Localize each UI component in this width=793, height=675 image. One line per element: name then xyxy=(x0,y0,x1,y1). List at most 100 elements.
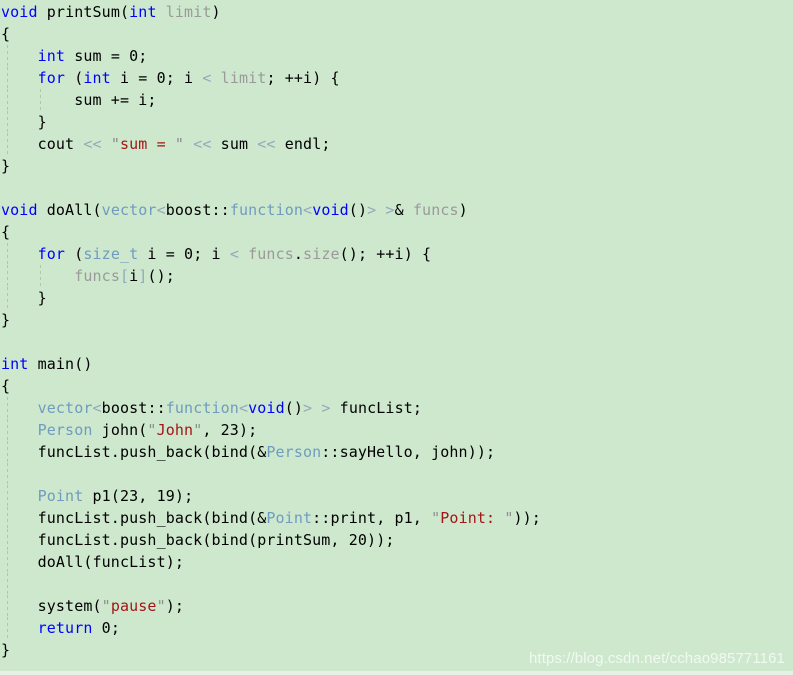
code-line: void printSum(int limit) xyxy=(0,1,793,23)
code-line-text: system("pause"); xyxy=(1,597,184,615)
code-token-plain: (); ++i) { xyxy=(339,245,432,263)
code-token-plain: )); xyxy=(513,509,541,527)
code-line-text: funcList.push_back(bind(printSum, 20)); xyxy=(1,531,395,549)
code-token-plain: ); xyxy=(174,487,194,505)
code-token-kw: for xyxy=(37,69,66,87)
code-token-plain: boost xyxy=(101,399,148,417)
code-token-plain: ; ++i) { xyxy=(266,69,340,87)
code-token-op: < xyxy=(92,399,102,417)
code-line-text: funcList.push_back(bind(&Point::print, p… xyxy=(1,509,541,527)
code-token-num: 0 xyxy=(184,245,194,263)
code-token-var: funcs xyxy=(248,245,294,263)
code-token-quote: " xyxy=(101,597,111,615)
code-line: } xyxy=(0,309,793,331)
code-line-text: funcList.push_back(bind(&Person::sayHell… xyxy=(1,443,495,461)
code-token-kw: void xyxy=(1,3,38,21)
code-token-str: Point: xyxy=(440,509,505,527)
code-line-text: } xyxy=(1,641,10,659)
code-line-text: { xyxy=(1,25,10,43)
code-line-text: void doAll(vector<boost::function<void()… xyxy=(1,201,468,219)
code-token-op: > xyxy=(321,399,331,417)
code-line: doAll(funcList); xyxy=(0,551,793,573)
code-line-text: Person john("John", 23); xyxy=(1,421,258,439)
code-token-kw: for xyxy=(37,245,66,263)
code-token-kw: void xyxy=(1,201,38,219)
code-token-plain: funcList.push_back(bind(& xyxy=(1,443,267,461)
code-token-op: < xyxy=(229,245,239,263)
code-token-plain: () xyxy=(284,399,304,417)
code-token-quote: " xyxy=(147,421,157,439)
code-token-var: size xyxy=(303,245,340,263)
code-line xyxy=(0,463,793,485)
code-editor-surface: void printSum(int limit){ int sum = 0; f… xyxy=(0,0,793,675)
code-token-plain: ; xyxy=(165,267,175,285)
code-token-op: << xyxy=(83,135,102,153)
code-token-num: 0 xyxy=(156,69,166,87)
code-line: { xyxy=(0,23,793,45)
bottom-edge-strip xyxy=(0,671,793,675)
code-line-text: } xyxy=(1,113,47,131)
code-token-kw: void xyxy=(312,201,349,219)
code-token-plain: ( xyxy=(65,245,84,263)
code-line-text: { xyxy=(1,377,10,395)
code-line-text: cout << "sum = " << sum << endl; xyxy=(1,135,331,153)
code-line: Person john("John", 23); xyxy=(0,419,793,441)
code-token-str: pause xyxy=(110,597,157,615)
code-token-var: limit xyxy=(220,69,267,87)
code-token-plain: sum xyxy=(65,47,111,65)
code-token-kw: int xyxy=(37,47,66,65)
code-token-quote: " xyxy=(431,509,441,527)
code-token-plain: doAll( xyxy=(37,201,102,219)
code-line: } xyxy=(0,155,793,177)
code-line-text: for (int i = 0; i < limit; ++i) { xyxy=(1,69,340,87)
code-line xyxy=(0,331,793,353)
code-token-plain: } xyxy=(1,289,47,307)
code-token-plain: main() xyxy=(28,355,93,373)
code-token-op: << xyxy=(193,135,212,153)
code-line: funcList.push_back(bind(printSum, 20)); xyxy=(0,529,793,551)
code-token-plain: funcList.push_back(bind(printSum, xyxy=(1,531,349,549)
code-token-plain: { xyxy=(1,377,11,395)
code-line: void doAll(vector<boost::function<void()… xyxy=(0,199,793,221)
code-token-plain: ; xyxy=(138,47,148,65)
code-token-type: vector xyxy=(37,399,93,417)
code-token-quote: " xyxy=(174,135,185,153)
code-token-type: Point xyxy=(266,509,313,527)
code-line: sum += i; xyxy=(0,89,793,111)
code-token-type: function xyxy=(229,201,304,219)
code-token-var: funcs xyxy=(412,201,459,219)
code-token-kw: int xyxy=(1,355,29,373)
code-token-type: Person xyxy=(266,443,322,461)
code-line: return 0; xyxy=(0,617,793,639)
code-token-op: > xyxy=(303,399,313,417)
code-token-kw: void xyxy=(248,399,285,417)
code-token-plain: funcList; xyxy=(330,399,423,417)
code-token-plain: john( xyxy=(92,421,148,439)
code-line: funcs[i](); xyxy=(0,265,793,287)
code-line-text: doAll(funcList); xyxy=(1,553,184,571)
code-token-plain: } xyxy=(1,113,47,131)
code-line: { xyxy=(0,375,793,397)
code-token-plain: ; xyxy=(110,619,120,637)
code-line: } xyxy=(0,287,793,309)
code-line: cout << "sum = " << sum << endl; xyxy=(0,133,793,155)
code-token-plain: i xyxy=(138,245,166,263)
code-token-plain: } xyxy=(1,641,11,659)
code-token-type: vector xyxy=(101,201,157,219)
code-token-plain: ; i xyxy=(193,245,230,263)
code-token-num: 23 xyxy=(119,487,139,505)
code-token-plain: p1( xyxy=(83,487,120,505)
code-line: } xyxy=(0,111,793,133)
